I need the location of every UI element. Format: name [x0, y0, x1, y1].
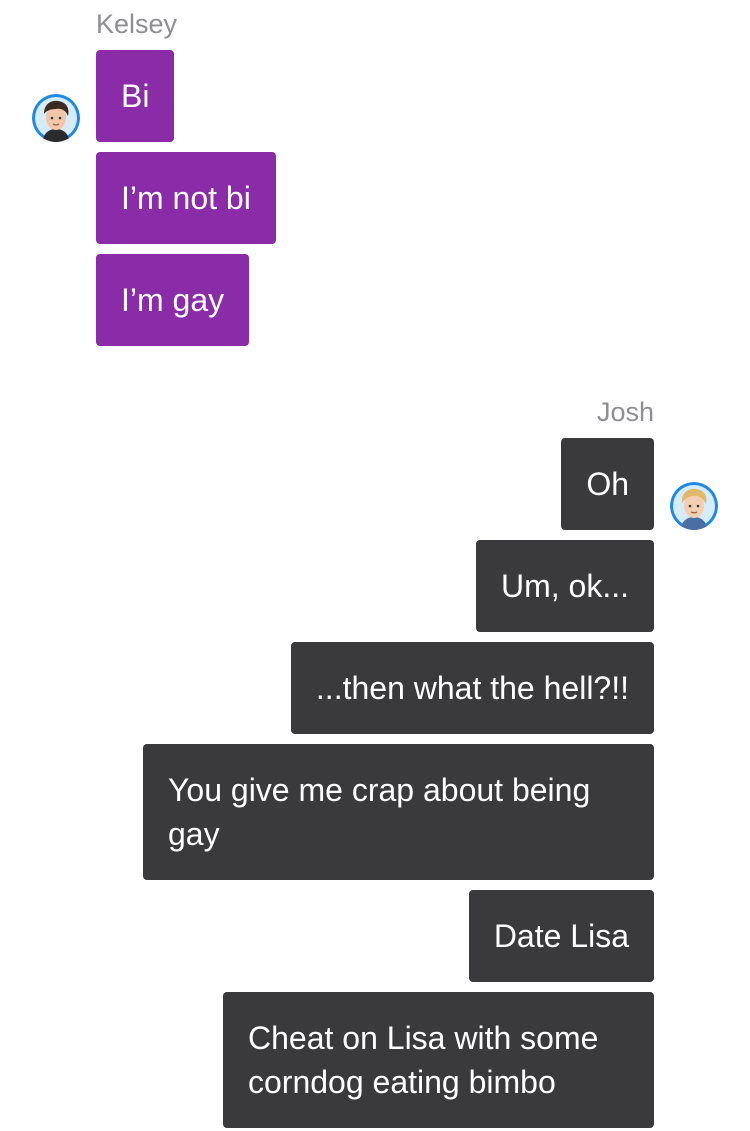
sender-name-josh: Josh [596, 397, 654, 427]
message-bubble[interactable]: You give me crap about being gay [143, 744, 654, 880]
message-bubble[interactable]: ...then what the hell?!! [290, 642, 654, 734]
josh-avatar-icon[interactable] [670, 482, 718, 530]
message-bubble[interactable]: Cheat on Lisa with some corndog eating b… [223, 992, 654, 1128]
sender-name-kelsey: Kelsey [96, 9, 178, 39]
message-bubble[interactable]: Um, ok... [475, 540, 654, 632]
message-bubble[interactable]: I’m not bi [96, 152, 276, 244]
message-bubble[interactable]: Date Lisa [468, 890, 654, 982]
message-bubble[interactable]: Oh [561, 438, 654, 530]
message-bubble[interactable]: Bi [96, 50, 175, 142]
message-bubble[interactable]: I’m gay [96, 254, 250, 346]
kelsey-avatar-icon[interactable] [32, 94, 80, 142]
